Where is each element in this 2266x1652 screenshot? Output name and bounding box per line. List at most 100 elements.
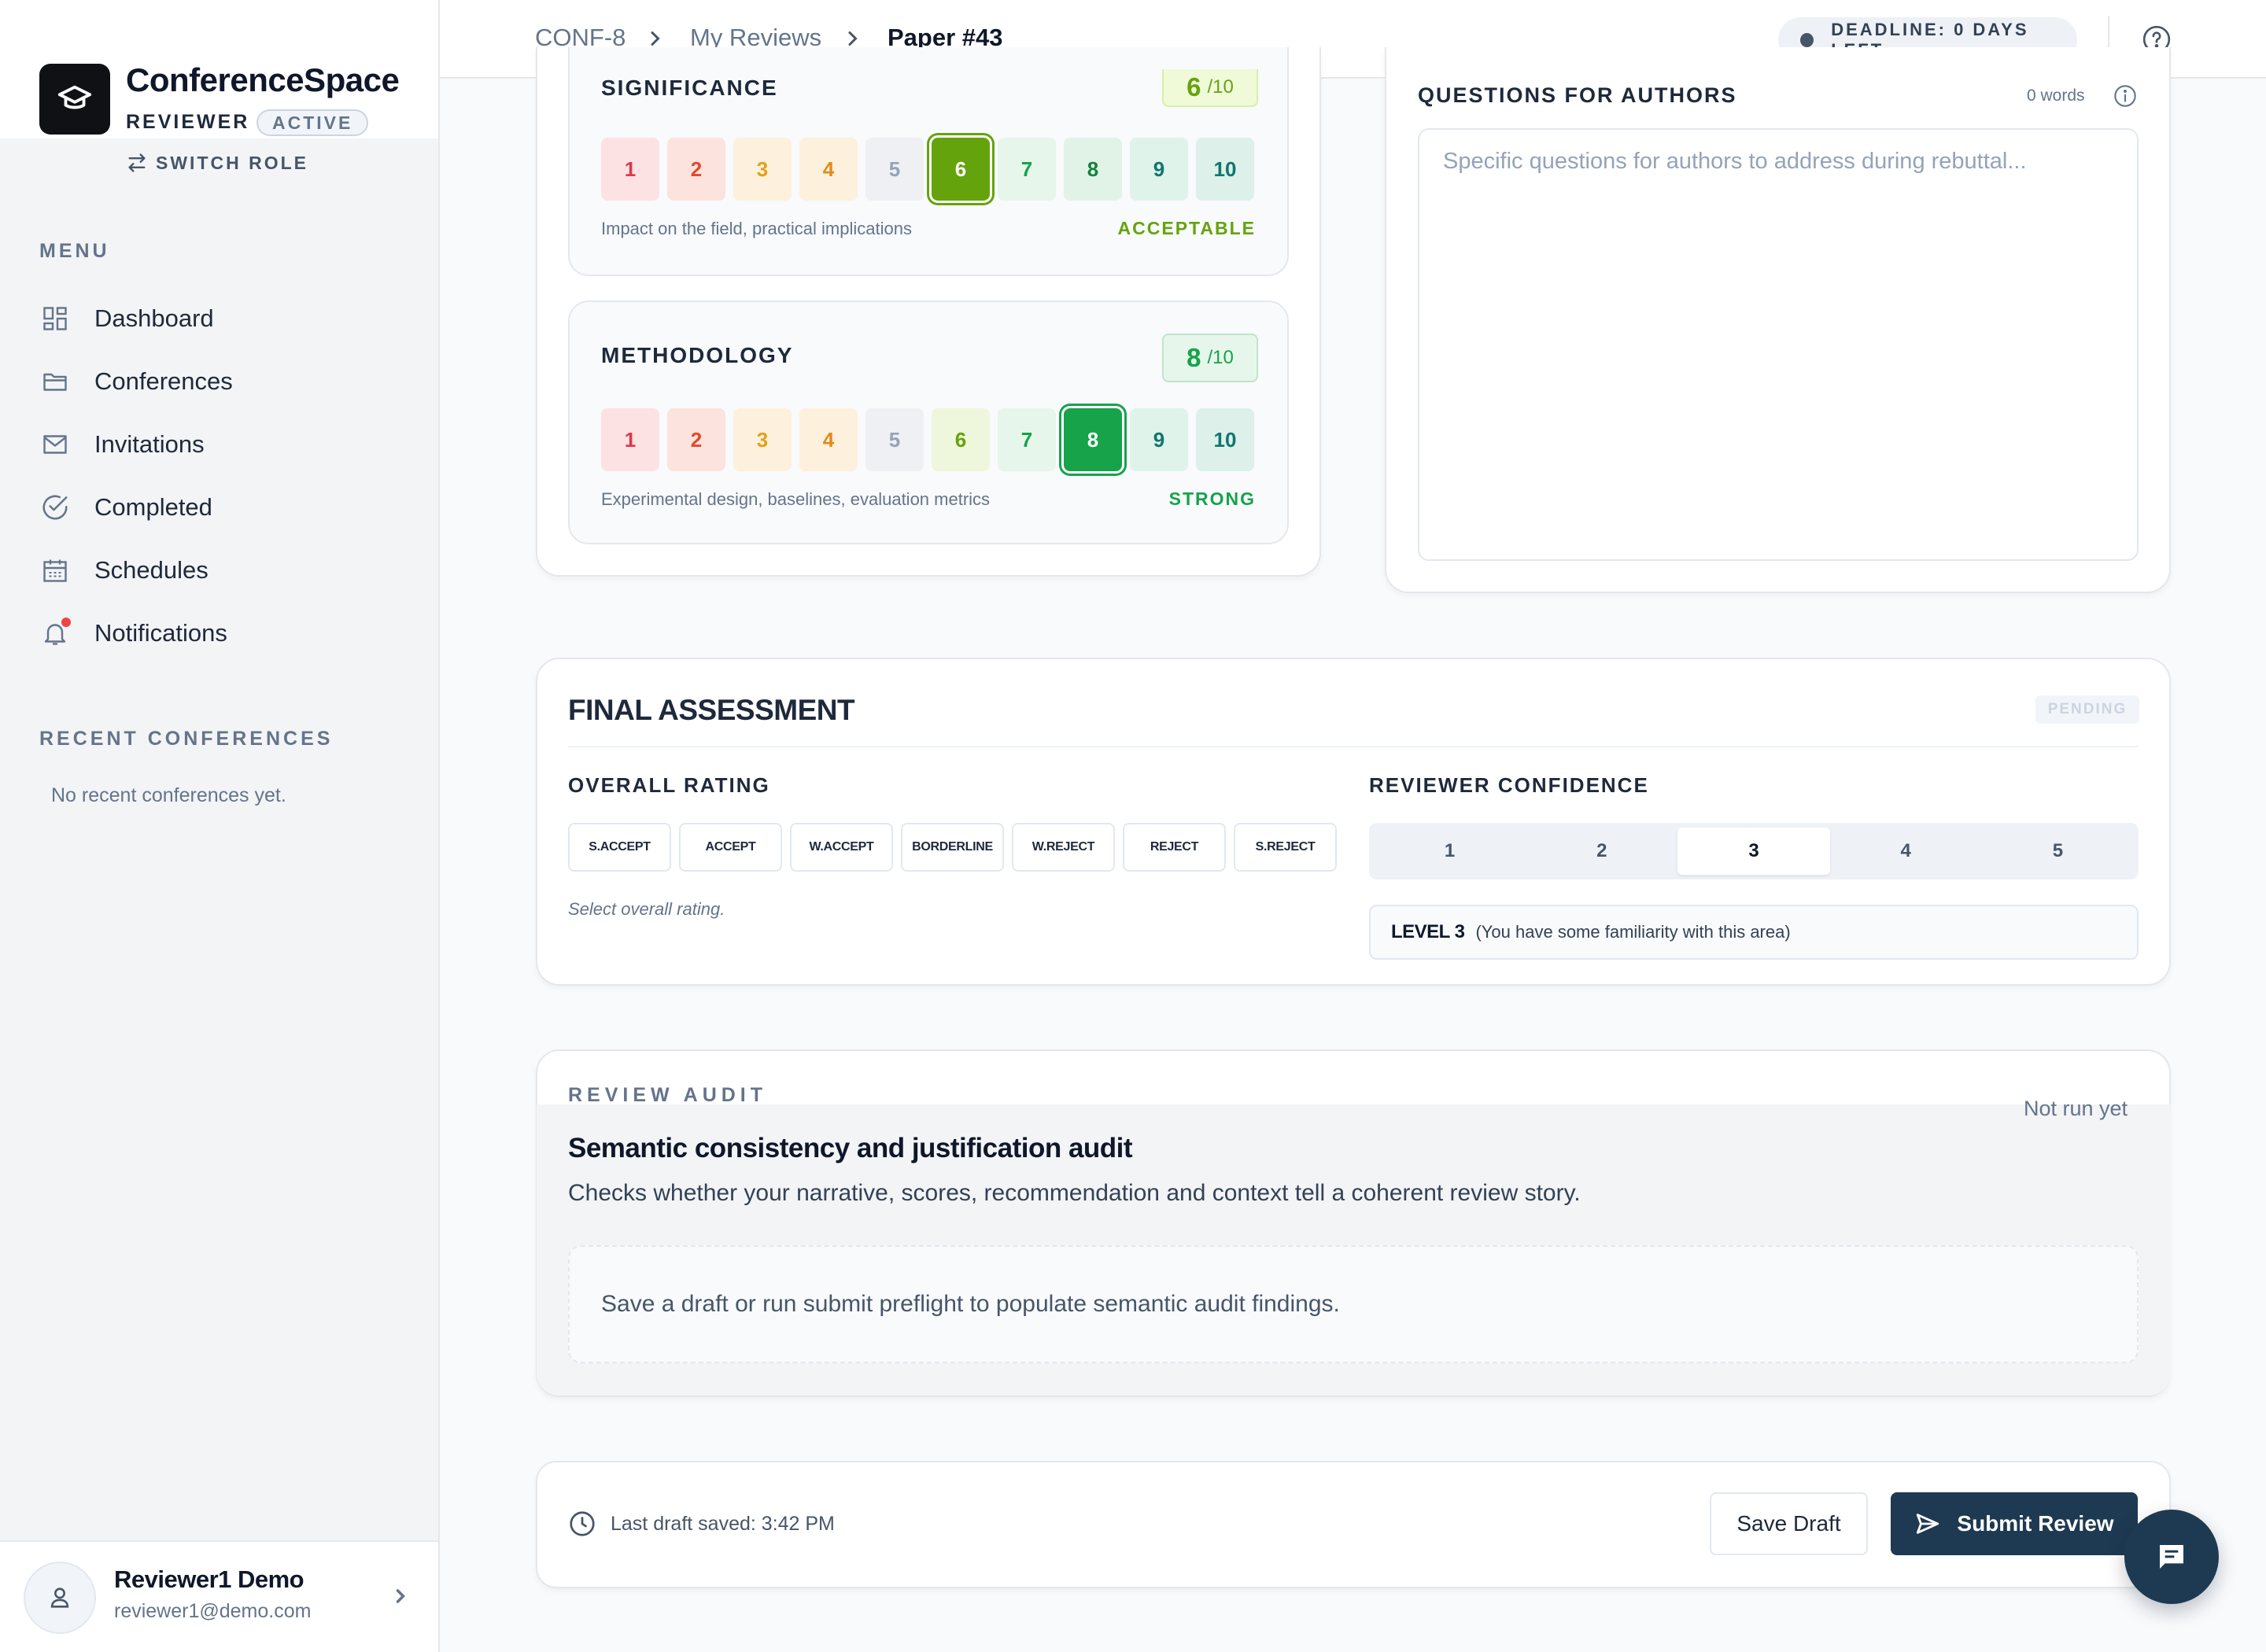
overall-rating-option[interactable]: REJECT (1123, 823, 1226, 872)
dashboard-icon (39, 303, 71, 334)
deadline-dot (1800, 32, 1814, 47)
clock-icon (570, 1511, 595, 1536)
reviewer-confidence-heading: REVIEWER CONFIDENCE (1369, 773, 1649, 797)
graduation-cap-icon[interactable] (39, 64, 110, 135)
confidence-option[interactable]: 1 (1374, 828, 1526, 875)
significance-score-option[interactable]: 5 (865, 138, 924, 201)
user-icon (50, 1587, 69, 1608)
confidence-option[interactable]: 2 (1526, 828, 1677, 875)
confidence-level-label: LEVEL 3 (1391, 921, 1465, 942)
info-icon[interactable] (2113, 83, 2138, 109)
methodology-score-option[interactable]: 9 (1130, 408, 1188, 471)
mail-icon (39, 429, 71, 460)
methodology-description: Experimental design, baselines, evaluati… (601, 489, 991, 509)
final-assessment-title: FINAL ASSESSMENT (568, 694, 855, 726)
calendar-icon (39, 555, 71, 586)
significance-score-option[interactable]: 6 (932, 138, 990, 201)
methodology-score-option[interactable]: 4 (799, 408, 858, 471)
methodology-score-option[interactable]: 1 (601, 408, 659, 471)
sidebar-item-notifications[interactable]: Notifications (39, 610, 409, 657)
user-email: reviewer1@demo.com (114, 1600, 312, 1622)
overall-rating-option[interactable]: ACCEPT (679, 823, 782, 872)
overall-rating-option[interactable]: W.REJECT (1012, 823, 1115, 872)
bell-icon (39, 616, 72, 649)
methodology-verdict: STRONG (1168, 489, 1256, 509)
significance-score-option[interactable]: 7 (998, 138, 1056, 201)
sidebar-item-label: Dashboard (94, 304, 214, 332)
user-profile-card[interactable]: Reviewer1 Demo reviewer1@demo.com (0, 1540, 438, 1652)
significance-score-badge: 6 /10 (1162, 69, 1258, 107)
switch-role-label: SWITCH ROLE (156, 152, 308, 173)
submit-review-label: Submit Review (1957, 1511, 2114, 1536)
significance-score-option[interactable]: 8 (1064, 138, 1122, 201)
chevron-right-icon (848, 31, 858, 46)
save-draft-button[interactable]: Save Draft (1710, 1492, 1868, 1555)
brand-name: ConferenceSpace (126, 61, 400, 98)
chevron-right-icon (396, 1589, 405, 1603)
methodology-score-option[interactable]: 3 (733, 408, 792, 471)
sidebar-item-label: Schedules (94, 556, 209, 584)
methodology-score-option[interactable]: 8 (1064, 408, 1122, 471)
methodology-title: METHODOLOGY (601, 343, 794, 367)
swap-icon (128, 153, 146, 172)
methodology-score-selector: 1 2 3 4 5 6 7 8 9 10 (601, 408, 1254, 471)
methodology-score-option[interactable]: 2 (667, 408, 725, 471)
chat-icon (2160, 1545, 2183, 1569)
significance-score-selector: 1 2 3 4 5 6 7 8 9 10 (601, 138, 1254, 201)
significance-score-option[interactable]: 3 (733, 138, 792, 201)
reviewer-confidence-selector: 12345 (1369, 823, 2139, 879)
switch-role-button[interactable]: SWITCH ROLE (126, 152, 308, 174)
sidebar-item-label: Notifications (94, 619, 227, 647)
significance-score-option[interactable]: 1 (601, 138, 659, 201)
sidebar-item-completed[interactable]: Completed (39, 484, 409, 531)
audit-status: Not run yet (2024, 1097, 2128, 1120)
significance-score-option[interactable]: 4 (799, 138, 858, 201)
sidebar-item-dashboard[interactable]: Dashboard (39, 295, 409, 342)
submit-review-button[interactable]: Submit Review (1891, 1492, 2138, 1555)
last-saved-info: Last draft saved: 3:42 PM (568, 1510, 835, 1538)
audit-empty-state: Save a draft or run submit preflight to … (568, 1245, 2139, 1363)
significance-verdict: ACCEPTABLE (1117, 218, 1256, 238)
sidebar-item-schedules[interactable]: Schedules (39, 547, 409, 594)
sidebar-item-invitations[interactable]: Invitations (39, 421, 409, 468)
methodology-score-option[interactable]: 10 (1196, 408, 1254, 471)
overall-rating-selector: S.ACCEPT ACCEPT W.ACCEPT BORDERLINE W.REJECT… (568, 823, 1337, 872)
methodology-score-option[interactable]: 5 (865, 408, 924, 471)
methodology-score-option[interactable]: 7 (998, 408, 1056, 471)
confidence-level-description: LEVEL 3 (You have some familiarity with … (1369, 905, 2139, 960)
sidebar-item-conferences[interactable]: Conferences (39, 358, 409, 405)
confidence-option[interactable]: 3 (1677, 828, 1830, 875)
check-circle-icon (39, 492, 71, 523)
overall-rating-option[interactable]: S.ACCEPT (568, 823, 671, 872)
sidebar: ConferenceSpace REVIEWER ACTIVE SWITCH R… (0, 0, 440, 1652)
confidence-option[interactable]: 4 (1830, 828, 1982, 875)
overall-rating-hint: Select overall rating. (568, 899, 725, 919)
audit-kicker: REVIEW AUDIT (568, 1084, 768, 1106)
recent-conferences-heading: RECENT CONFERENCES (39, 728, 334, 750)
significance-block: SIGNIFICANCE 6 /10 1 2 3 4 5 6 7 8 9 10 Impact on… (568, 47, 1289, 276)
significance-description: Impact on the field, practical implicati… (601, 219, 912, 238)
menu-heading: MENU (39, 240, 110, 262)
significance-score-option[interactable]: 10 (1196, 138, 1254, 201)
chevron-right-icon (651, 31, 660, 46)
overall-rating-option[interactable]: S.REJECT (1234, 823, 1337, 872)
significance-score-option[interactable]: 2 (667, 138, 725, 201)
sidebar-item-label: Invitations (94, 430, 205, 458)
confidence-option[interactable]: 5 (1982, 828, 2134, 875)
brand-area: ConferenceSpace REVIEWER ACTIVE (0, 0, 438, 138)
questions-for-authors-input[interactable] (1418, 128, 2139, 561)
overall-rating-option[interactable]: W.ACCEPT (790, 823, 893, 872)
send-icon (1917, 1514, 1939, 1534)
significance-score-option[interactable]: 9 (1130, 138, 1188, 201)
questions-title: QUESTIONS FOR AUTHORS (1418, 83, 1737, 107)
user-name: Reviewer1 Demo (114, 1565, 304, 1593)
chat-button[interactable] (2124, 1510, 2219, 1604)
overall-rating-heading: OVERALL RATING (568, 773, 770, 797)
questions-word-count: 0 words (2027, 87, 2085, 105)
methodology-score-option[interactable]: 6 (932, 408, 990, 471)
audit-description: Checks whether your narrative, scores, r… (568, 1180, 1581, 1206)
assessment-status-badge: PENDING (2035, 695, 2139, 724)
overall-rating-option[interactable]: BORDERLINE (901, 823, 1004, 872)
methodology-score-max: /10 (1207, 347, 1234, 368)
folder-icon (39, 366, 71, 397)
